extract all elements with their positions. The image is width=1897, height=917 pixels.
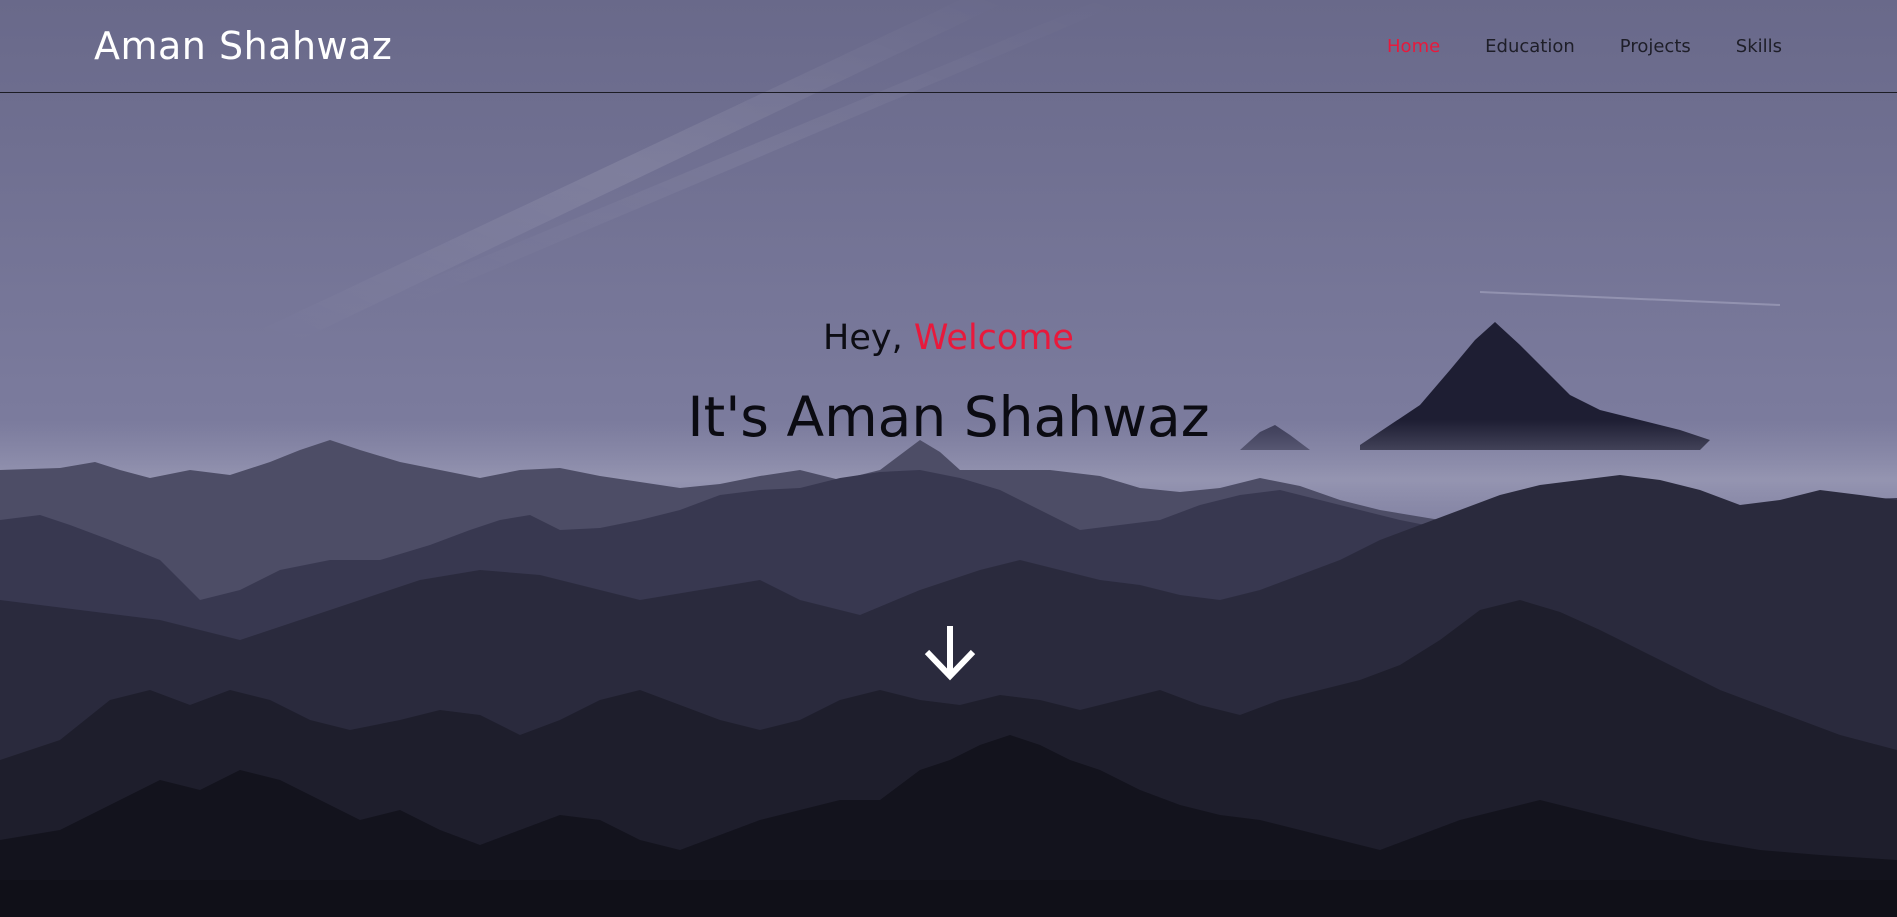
nav-item-projects[interactable]: Projects: [1620, 36, 1691, 57]
hero-headline: It's Aman Shahwaz: [687, 385, 1210, 449]
nav-item-education[interactable]: Education: [1485, 36, 1575, 57]
page: Aman Shahwaz Home Education Projects Ski…: [0, 0, 1897, 917]
navbar: Aman Shahwaz Home Education Projects Ski…: [0, 0, 1897, 93]
brand-logo-text[interactable]: Aman Shahwaz: [94, 24, 392, 68]
greeting-accent: Welcome: [913, 318, 1074, 358]
greeting-prefix: Hey,: [823, 318, 903, 358]
hero-greeting: Hey, Welcome: [0, 318, 1897, 358]
mountain-background-image: [0, 0, 1897, 917]
nav-links: Home Education Projects Skills: [1387, 36, 1782, 57]
arrow-down-icon[interactable]: [922, 622, 978, 682]
nav-item-skills[interactable]: Skills: [1736, 36, 1782, 57]
nav-item-home[interactable]: Home: [1387, 36, 1440, 57]
